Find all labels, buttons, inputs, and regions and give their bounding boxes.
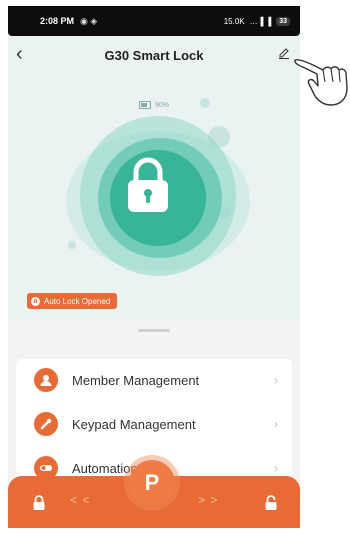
swipe-right-arrows: > >	[198, 493, 219, 507]
phone-screen: 2:08 PM ◉ ◈ 15.0K …▐ ▐ 33 ‹ G30 Smart Lo…	[8, 6, 300, 528]
unlock-icon[interactable]	[260, 492, 282, 514]
status-bar: 2:08 PM ◉ ◈ 15.0K …▐ ▐ 33	[8, 6, 300, 36]
status-right: 15.0K …▐ ▐ 33	[223, 16, 290, 26]
auto-lock-badge: a Auto Lock Opened	[27, 293, 118, 309]
menu-item-member-management[interactable]: Member Management ›	[16, 359, 292, 401]
status-time: 2:08 PM	[40, 16, 75, 26]
pointing-hand-icon	[294, 59, 348, 106]
page-title: G30 Smart Lock	[104, 47, 204, 63]
chevron-right-icon: ›	[274, 373, 278, 387]
slide-unlock-button[interactable]: P	[129, 460, 175, 506]
back-chevron-icon[interactable]: ‹	[16, 44, 23, 64]
member-icon	[34, 368, 58, 392]
app-header: ‹ G30 Smart Lock	[8, 40, 300, 70]
menu-item-keypad-management[interactable]: Keypad Management ›	[16, 403, 292, 445]
signal-icon: …▐ ▐	[249, 16, 272, 26]
notification-icons: ◉ ◈	[80, 15, 98, 26]
auto-lock-text: Auto Lock Opened	[44, 296, 111, 306]
alert-icon: a	[31, 296, 40, 306]
battery-level: 33	[276, 16, 290, 26]
lock-icon[interactable]	[28, 492, 50, 514]
padlock-icon	[128, 157, 168, 212]
sheet-handle[interactable]	[138, 329, 170, 332]
edit-pencil-icon[interactable]	[278, 46, 290, 64]
menu-item-label: Member Management	[72, 372, 200, 388]
chevron-right-icon: ›	[274, 417, 278, 431]
menu-item-label: Automation	[72, 460, 138, 476]
menu-item-label: Keypad Management	[72, 416, 196, 432]
keypad-icon	[34, 412, 58, 436]
swipe-left-arrows: < <	[70, 493, 91, 507]
network-speed: 15.0K	[223, 16, 245, 26]
chevron-right-icon: ›	[274, 461, 278, 475]
slide-unlock-label: P	[144, 470, 160, 495]
